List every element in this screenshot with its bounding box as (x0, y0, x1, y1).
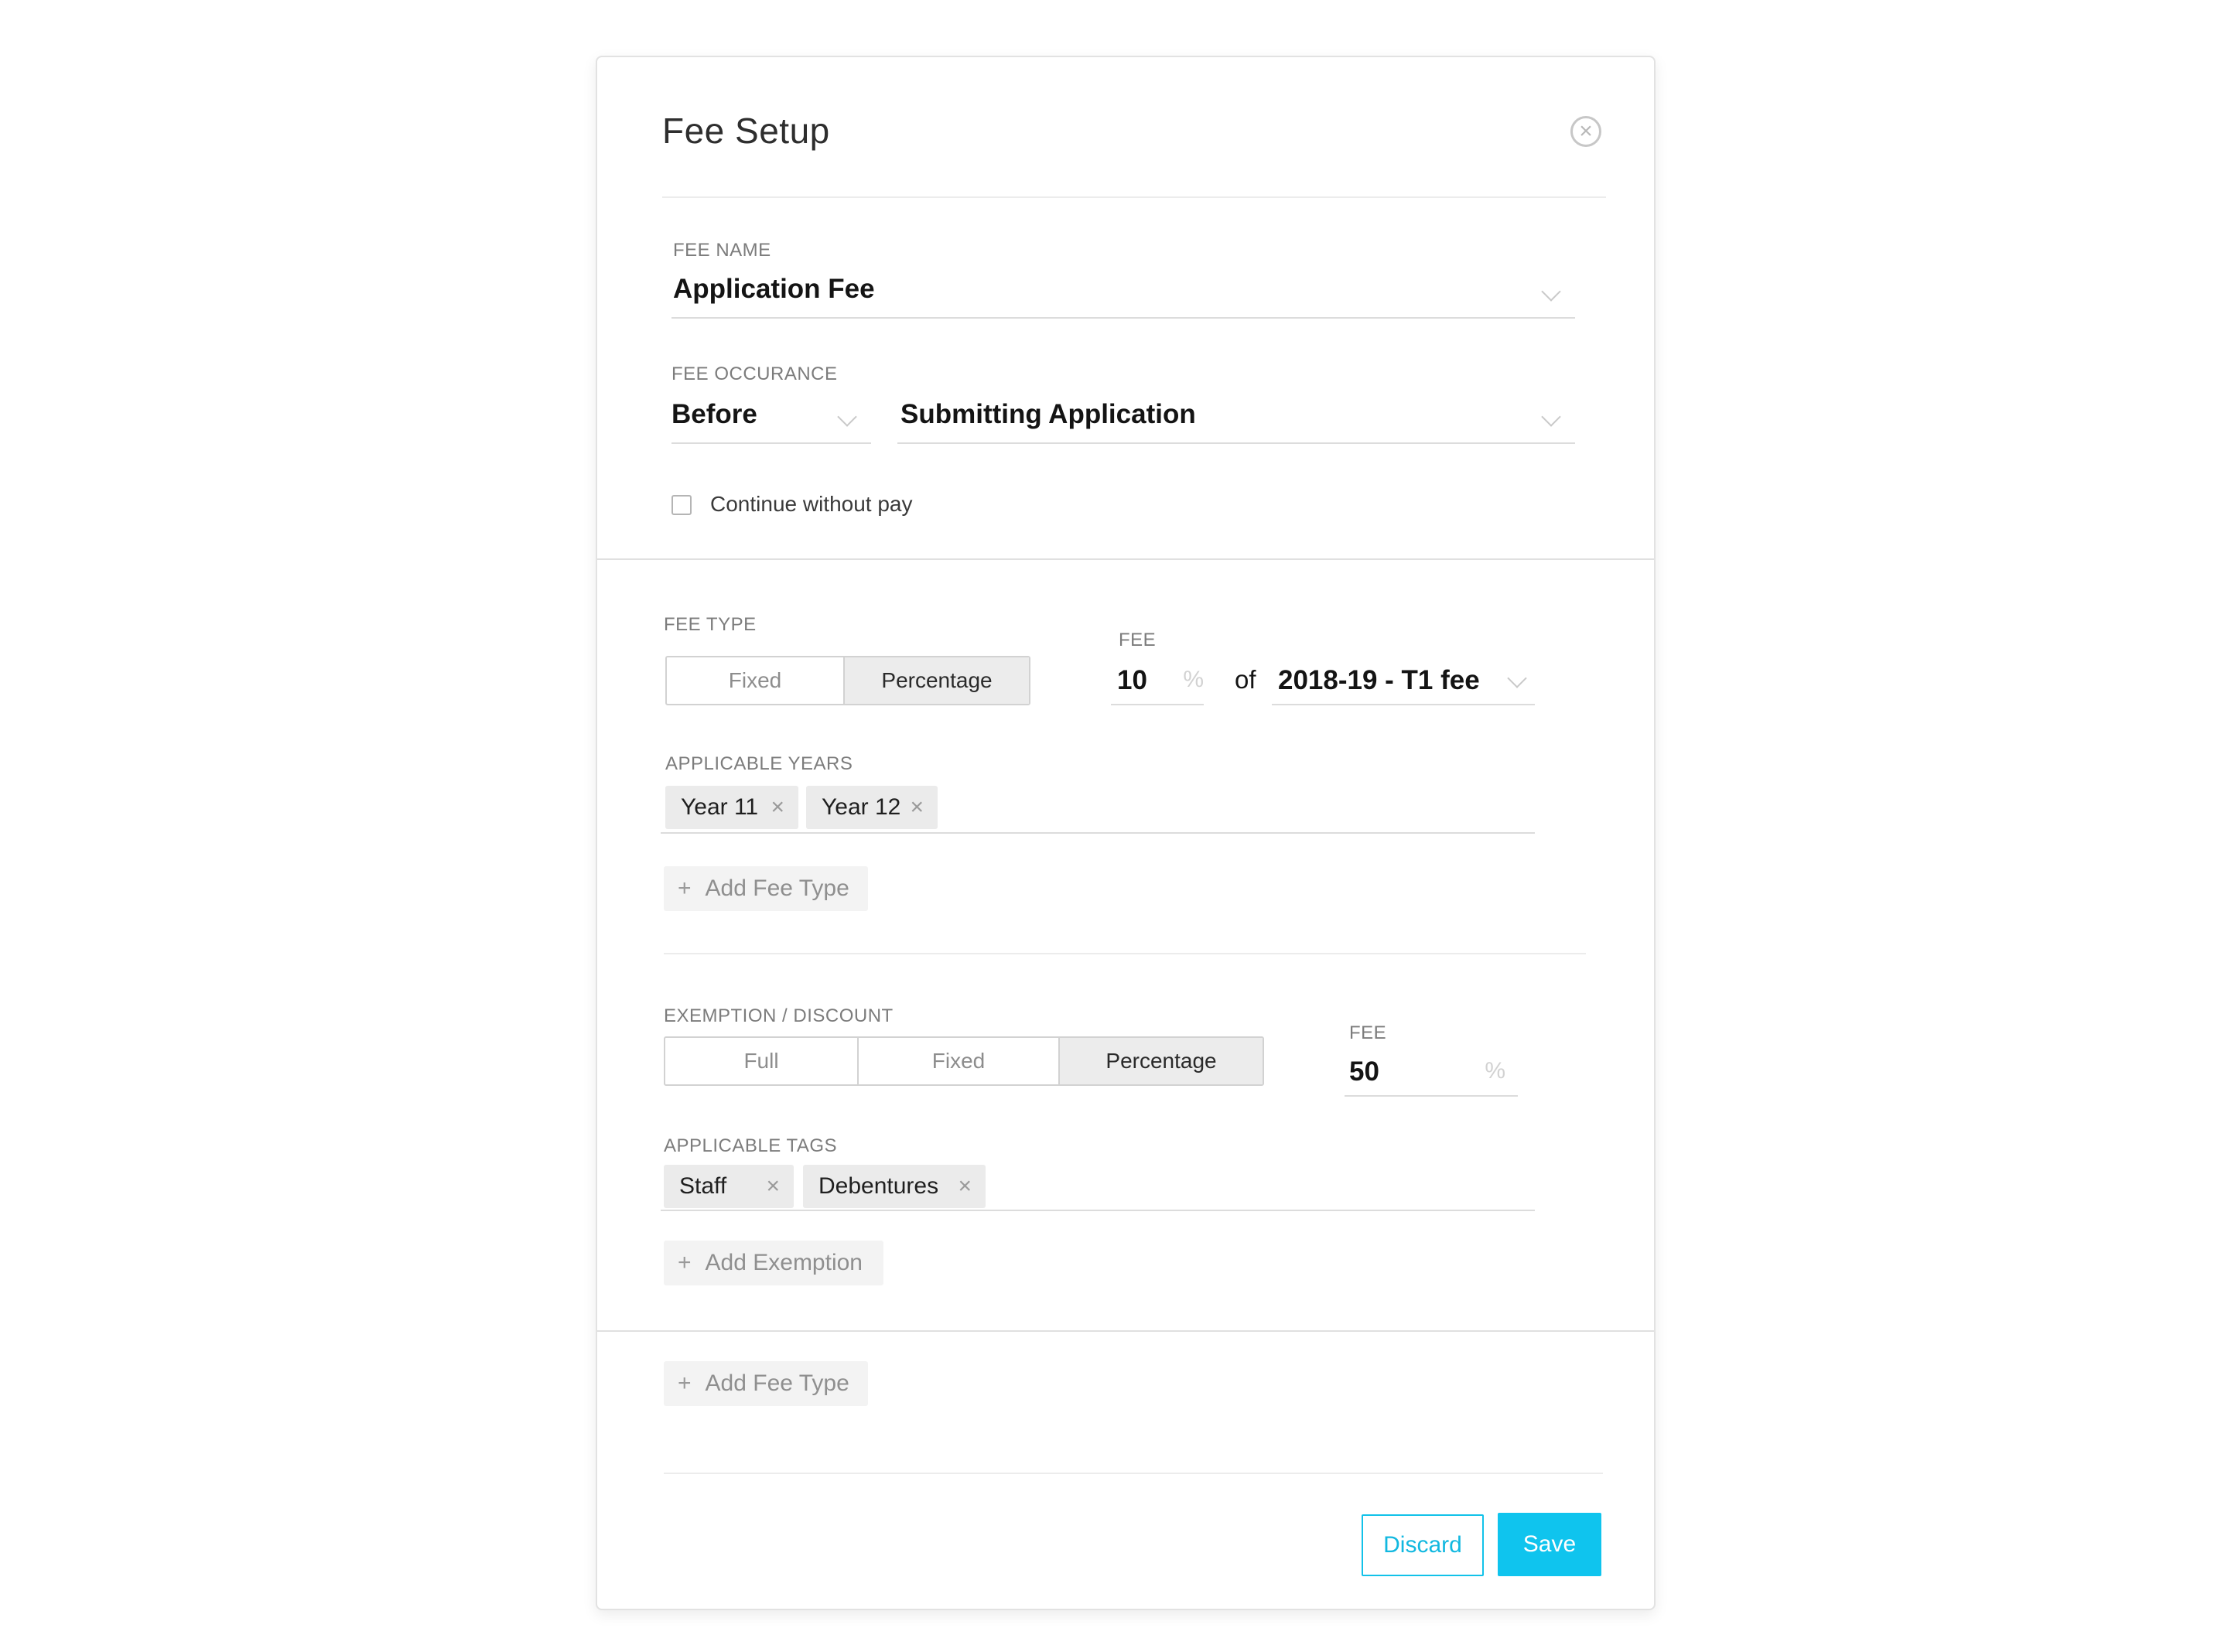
section-divider (597, 1330, 1654, 1332)
base-fee-value: 2018-19 - T1 fee (1278, 665, 1480, 695)
chevron-down-icon (1507, 668, 1527, 688)
of-label: of (1235, 665, 1256, 694)
fee-setup-modal: Fee Setup × FEE NAME Application Fee FEE… (596, 56, 1656, 1610)
footer-divider (664, 1473, 1603, 1474)
fee-type-option-fixed[interactable]: Fixed (667, 657, 843, 704)
remove-x-icon[interactable]: × (910, 794, 924, 821)
fee-timing-value: Before (671, 399, 757, 429)
save-button[interactable]: Save (1498, 1513, 1601, 1576)
remove-x-icon[interactable]: × (771, 794, 784, 821)
add-exemption-label: Add Exemption (705, 1250, 863, 1275)
tag-label: Debentures (818, 1173, 939, 1199)
fee-percent-input[interactable]: 10 % (1111, 660, 1204, 705)
fee-type-option-percentage[interactable]: Percentage (843, 657, 1029, 704)
remove-x-icon[interactable]: × (766, 1173, 780, 1200)
tag-staff: Staff × (664, 1165, 794, 1208)
applicable-tags-label: APPLICABLE TAGS (664, 1135, 838, 1156)
add-fee-type-button-outer[interactable]: + Add Fee Type (664, 1361, 868, 1406)
percent-unit: % (1485, 1058, 1505, 1084)
applicable-years-label: APPLICABLE YEARS (665, 753, 853, 774)
exemption-label: EXEMPTION / DISCOUNT (664, 1005, 894, 1026)
exemption-option-full[interactable]: Full (665, 1038, 857, 1084)
fee-event-select[interactable]: Submitting Application (897, 398, 1575, 444)
exemption-fee-label: FEE (1349, 1022, 1387, 1043)
chevron-down-icon (837, 407, 857, 427)
discard-button[interactable]: Discard (1362, 1514, 1484, 1576)
base-fee-select[interactable]: 2018-19 - T1 fee (1272, 660, 1535, 705)
continue-without-pay-checkbox[interactable] (671, 495, 692, 515)
add-fee-type-button-inner[interactable]: + Add Fee Type (664, 866, 868, 911)
fee-label: FEE (1119, 630, 1157, 650)
tag-label: Year 11 (681, 794, 759, 820)
add-fee-type-label: Add Fee Type (705, 875, 849, 901)
close-icon[interactable]: × (1570, 116, 1601, 147)
tag-label: Staff (679, 1173, 727, 1199)
tag-debentures: Debentures × (803, 1165, 986, 1208)
section-divider (597, 558, 1654, 560)
add-fee-type-label: Add Fee Type (705, 1370, 849, 1396)
exemption-option-percentage[interactable]: Percentage (1058, 1038, 1263, 1084)
fee-event-value: Submitting Application (900, 399, 1196, 429)
exemption-percent-input[interactable]: 50 % (1345, 1050, 1518, 1097)
header-divider (662, 196, 1606, 198)
fee-occurance-label: FEE OCCURANCE (671, 364, 838, 384)
plus-icon: + (678, 875, 692, 901)
fee-type-segmented-control: Fixed Percentage (665, 656, 1030, 705)
section-divider (664, 953, 1586, 954)
modal-title: Fee Setup (662, 111, 830, 151)
tag-year-12: Year 12 × (806, 786, 938, 829)
tag-year-11: Year 11 × (665, 786, 798, 829)
exemption-segmented-control: Full Fixed Percentage (664, 1036, 1264, 1086)
add-exemption-button[interactable]: + Add Exemption (664, 1241, 883, 1285)
fee-timing-select[interactable]: Before (671, 398, 871, 444)
exemption-percent-value: 50 (1349, 1056, 1379, 1087)
plus-icon: + (678, 1370, 692, 1396)
fee-name-value: Application Fee (673, 274, 875, 304)
fee-percent-value: 10 (1117, 665, 1147, 695)
fee-type-label: FEE TYPE (664, 614, 757, 635)
tag-label: Year 12 (822, 794, 901, 820)
chevron-down-icon (1541, 282, 1561, 302)
fee-name-label: FEE NAME (673, 240, 771, 261)
plus-icon: + (678, 1250, 692, 1275)
chevron-down-icon (1541, 407, 1561, 427)
exemption-option-fixed[interactable]: Fixed (857, 1038, 1058, 1084)
remove-x-icon[interactable]: × (958, 1173, 972, 1200)
fee-name-select[interactable]: Application Fee (671, 272, 1575, 319)
continue-without-pay-label: Continue without pay (710, 492, 913, 516)
percent-unit: % (1183, 667, 1204, 692)
